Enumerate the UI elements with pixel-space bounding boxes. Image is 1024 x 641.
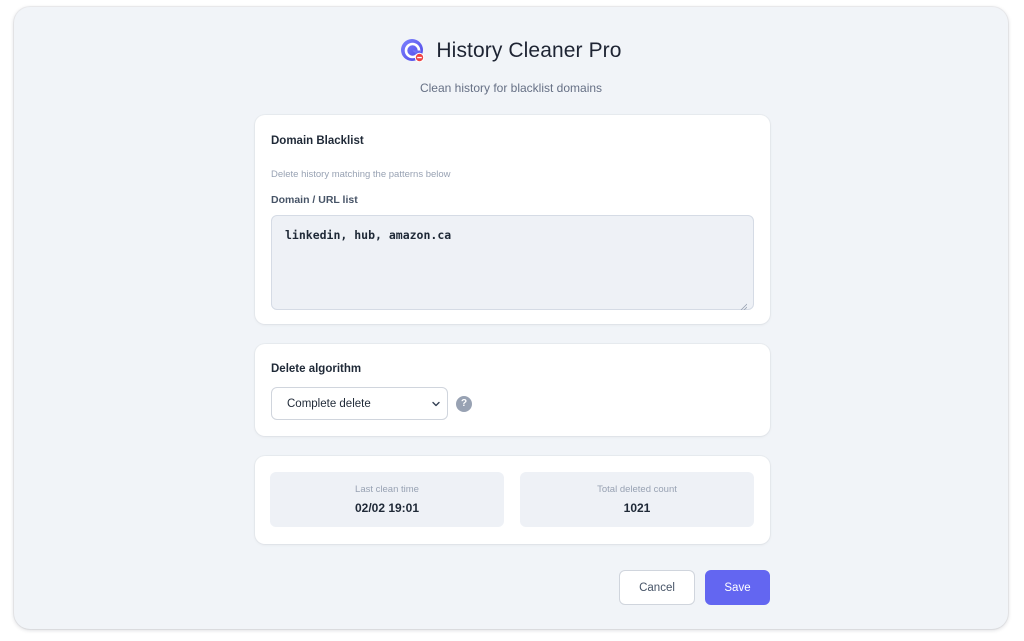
options-window: History Cleaner Pro Clean history for bl…: [14, 7, 1008, 629]
cancel-button[interactable]: Cancel: [619, 570, 695, 605]
total-deleted-count-label: Total deleted count: [597, 484, 677, 495]
app-subtitle: Clean history for blacklist domains: [419, 81, 603, 95]
help-icon[interactable]: ?: [456, 396, 472, 412]
domain-list-textarea[interactable]: linkedin, hub, amazon.ca: [271, 215, 754, 310]
resize-grip-icon[interactable]: [740, 297, 748, 311]
circular-arrow-logo-icon: [400, 38, 426, 64]
total-deleted-count-value: 1021: [623, 501, 651, 515]
header: History Cleaner Pro Clean history for bl…: [14, 36, 1008, 95]
last-clean-time-value: 02/02 19:01: [354, 501, 420, 515]
title-row: History Cleaner Pro: [400, 36, 621, 66]
domain-blacklist-description: Delete history matching the patterns bel…: [271, 169, 451, 180]
delete-algorithm-card: Delete algorithm Complete delete ?: [255, 344, 770, 436]
domain-blacklist-card: Domain Blacklist Delete history matching…: [255, 115, 770, 324]
save-button[interactable]: Save: [705, 570, 770, 605]
chevron-down-icon: [431, 399, 441, 412]
last-clean-time-label: Last clean time: [355, 484, 419, 495]
total-deleted-count-stat: Total deleted count 1021: [520, 472, 754, 527]
delete-algorithm-selected-value: Complete delete: [287, 397, 371, 410]
last-clean-time-stat: Last clean time 02/02 19:01: [270, 472, 504, 527]
domain-blacklist-title: Domain Blacklist: [271, 135, 364, 147]
delete-algorithm-title: Delete algorithm: [271, 363, 362, 375]
statistics-card: Last clean time 02/02 19:01 Total delete…: [255, 456, 770, 544]
domain-list-label: Domain / URL list: [271, 194, 358, 206]
delete-algorithm-select[interactable]: Complete delete: [271, 387, 448, 420]
app-title: History Cleaner Pro: [436, 39, 622, 62]
